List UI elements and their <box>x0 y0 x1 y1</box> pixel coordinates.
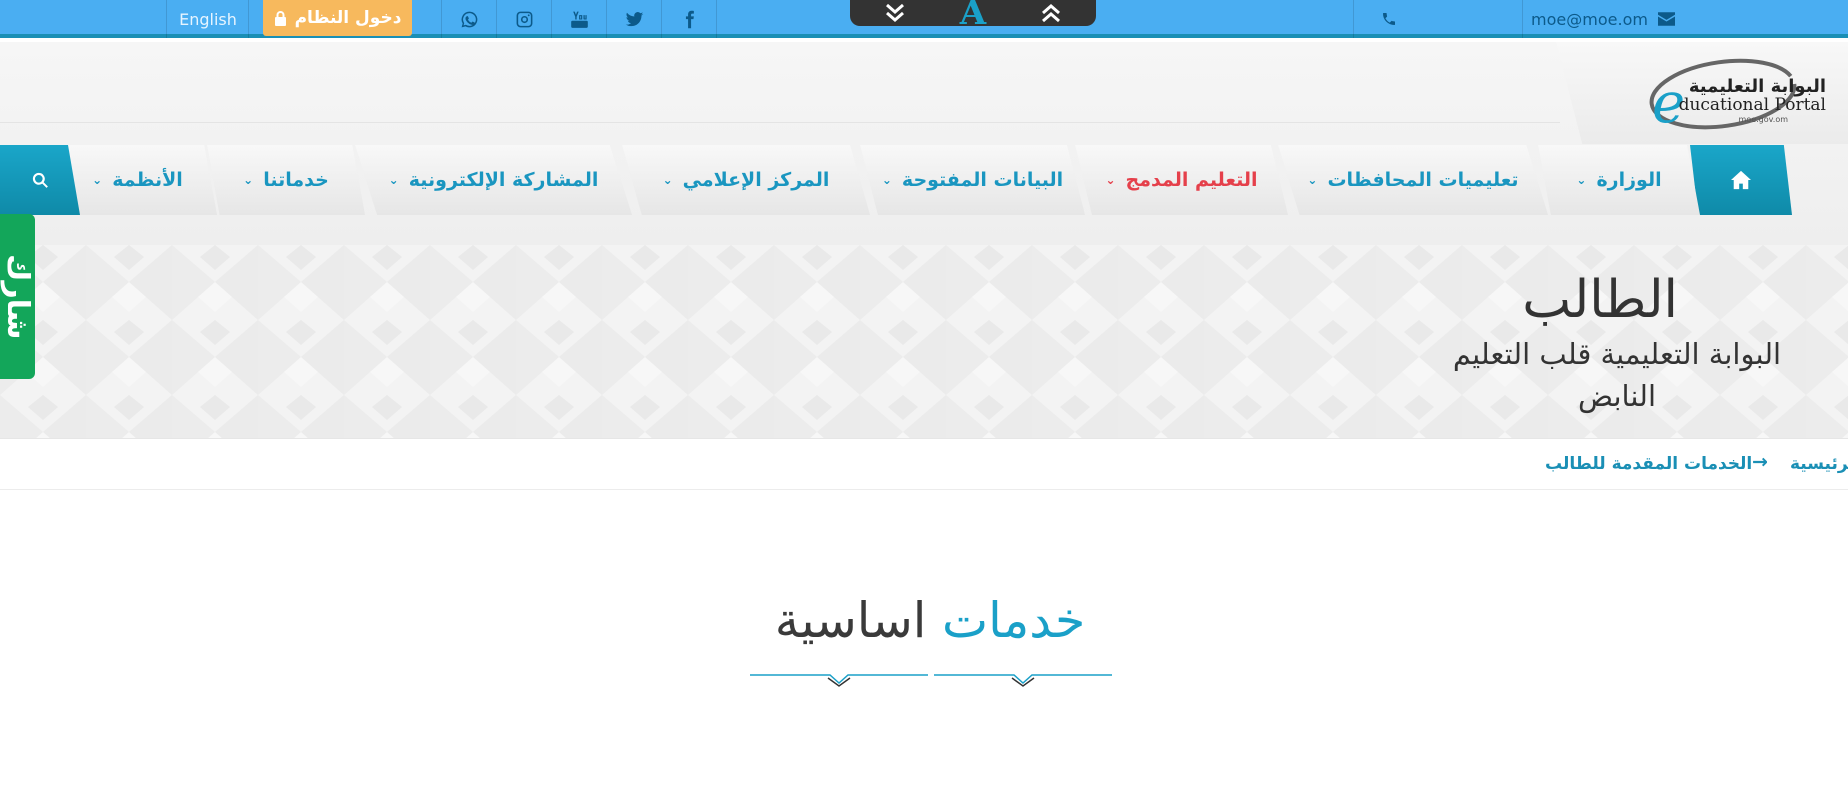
login-button[interactable]: دخول النظام <box>263 0 412 36</box>
nav-item-e-participation[interactable]: ⌄ المشاركة الإلكترونية <box>355 145 632 215</box>
chevron-down-icon: ⌄ <box>662 173 673 187</box>
search-button[interactable] <box>0 145 80 215</box>
page-hero: الطالب البوابة التعليمية قلب التعليم الن… <box>0 245 1848 439</box>
breadcrumb-home-link[interactable]: الرئيسية <box>1790 454 1848 474</box>
email-text: moe@moe.om <box>1531 9 1648 29</box>
nav-label: تعليميات المحافظات <box>1327 169 1519 191</box>
breadcrumb-current: الخدمات المقدمة للطالب <box>1545 454 1753 474</box>
section-divider <box>750 674 1112 687</box>
logo-english-name: ducational Portal <box>1679 95 1826 115</box>
share-side-tab-label: شارك <box>0 253 35 340</box>
nav-label: التعليم المدمج <box>1125 169 1258 191</box>
accessibility-bar: A <box>850 0 1096 30</box>
nav-label: الوزارة <box>1596 169 1662 191</box>
language-switch-link[interactable]: English <box>168 0 248 38</box>
top-bar: English دخول النظام A moe@moe.om <box>0 0 1848 38</box>
nav-item-services[interactable]: ⌄ خدماتنا <box>207 145 365 215</box>
chevron-down-icon: ⌄ <box>1576 173 1587 187</box>
page-subtitle: البوابة التعليمية قلب التعليم النابض <box>1452 337 1782 413</box>
chevron-down-icon: ⌄ <box>1307 173 1318 187</box>
nav-item-systems[interactable]: ⌄ الأنظمة <box>58 145 217 215</box>
phone-icon[interactable] <box>1354 0 1424 38</box>
chevron-down-icon: ⌄ <box>881 173 892 187</box>
nav-item-media-center[interactable]: ⌄ المركز الإعلامي <box>622 145 870 215</box>
envelope-icon <box>1657 12 1675 26</box>
nav-label: المشاركة الإلكترونية <box>408 169 599 191</box>
site-logo[interactable]: e البوابة التعليمية ducational Portal mo… <box>1648 58 1828 132</box>
nav-item-open-data[interactable]: ⌄ البيانات المفتوحة <box>860 145 1085 215</box>
nav-label: خدماتنا <box>263 169 329 191</box>
instagram-icon[interactable] <box>497 0 551 38</box>
twitter-icon[interactable] <box>607 0 661 38</box>
scroll-down-icon[interactable] <box>870 0 920 26</box>
breadcrumb-arrow-icon: → <box>1752 451 1768 473</box>
whatsapp-icon[interactable] <box>442 0 496 38</box>
page-title: الطالب <box>1522 270 1678 330</box>
section-title: خدمات اساسية <box>0 592 1848 649</box>
font-size-icon[interactable]: A <box>940 0 1006 30</box>
logo-arabic-name: البوابة التعليمية <box>1689 76 1826 97</box>
login-label: دخول النظام <box>294 8 402 28</box>
chevron-down-icon: ⌄ <box>1105 173 1116 187</box>
chevron-down-icon: ⌄ <box>243 173 254 187</box>
chevron-down-icon: ⌄ <box>388 173 399 187</box>
nav-home[interactable] <box>1690 145 1792 215</box>
nav-label: المركز الإعلامي <box>682 169 830 191</box>
nav-label: الأنظمة <box>112 169 183 191</box>
breadcrumb: الرئيسية → الخدمات المقدمة للطالب <box>0 440 1848 490</box>
home-icon <box>1731 170 1751 190</box>
lock-icon <box>274 10 286 26</box>
facebook-icon[interactable] <box>662 0 716 38</box>
search-icon <box>32 172 48 188</box>
scroll-up-icon[interactable] <box>1026 0 1076 26</box>
nav-item-ministry[interactable]: ⌄ الوزارة <box>1538 145 1700 215</box>
nav-item-governorates[interactable]: ⌄ تعليميات المحافظات <box>1278 145 1548 215</box>
logo-url: moe.gov.om <box>1739 115 1789 124</box>
section-title-highlight: خدمات <box>941 592 1086 649</box>
nav-item-blended-learning[interactable]: ⌄ التعليم المدمج <box>1075 145 1288 215</box>
nav-label: البيانات المفتوحة <box>901 169 1064 191</box>
youtube-icon[interactable] <box>552 0 606 38</box>
section-title-rest: اساسية <box>774 592 927 649</box>
email-link[interactable]: moe@moe.om <box>1523 0 1683 38</box>
chevron-down-icon: ⌄ <box>92 173 103 187</box>
share-side-tab[interactable]: شارك <box>0 214 35 379</box>
